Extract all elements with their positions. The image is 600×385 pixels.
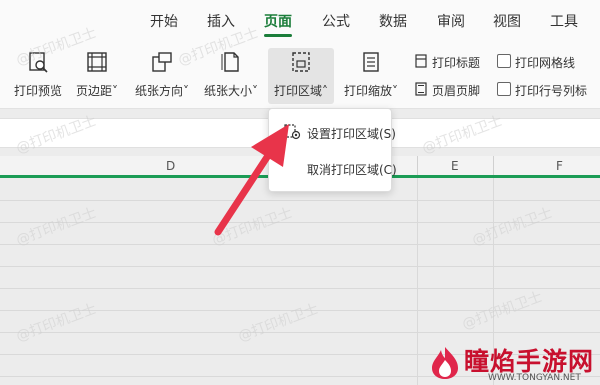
column-header-e[interactable]: E xyxy=(451,159,459,173)
tab-tools[interactable]: 工具 xyxy=(550,11,578,31)
print-scaling-icon xyxy=(363,52,379,72)
margins-icon xyxy=(87,52,107,72)
print-preview-label: 打印预览 xyxy=(13,84,62,98)
tab-formula[interactable]: 公式 xyxy=(322,11,350,31)
column-header-d[interactable]: D xyxy=(166,159,175,173)
orientation-label: 纸张方向˅ xyxy=(134,84,189,98)
set-print-area-item[interactable]: 设置打印区域(S) xyxy=(269,117,396,147)
orientation-icon xyxy=(152,52,172,72)
print-area-dropdown: 设置打印区域(S) 取消打印区域(C) xyxy=(268,108,397,192)
active-tab-indicator xyxy=(264,34,292,37)
header-footer-button[interactable]: 页眉页脚 xyxy=(414,80,496,100)
print-titles-button[interactable]: 打印标题 xyxy=(414,52,496,72)
brand-logo: 瞳焰手游网 WWW.TONGYAN.NET xyxy=(428,342,600,385)
tab-page[interactable]: 页面 xyxy=(264,11,292,31)
tab-insert[interactable]: 插入 xyxy=(207,11,235,31)
tab-home[interactable]: 开始 xyxy=(150,11,178,31)
print-area-button[interactable]: 打印区域˄ xyxy=(268,48,334,104)
print-area-icon xyxy=(292,52,310,72)
print-titles-icon xyxy=(415,54,427,68)
margins-button[interactable]: 页边距˅ xyxy=(70,48,124,104)
margins-label: 页边距˅ xyxy=(75,84,118,98)
print-area-label: 打印区域˄ xyxy=(273,84,328,98)
print-row-col-headers-checkbox[interactable]: 打印行号列标 xyxy=(497,80,597,100)
tab-data[interactable]: 数据 xyxy=(379,11,407,31)
header-footer-icon xyxy=(415,82,427,96)
print-gridlines-checkbox[interactable]: 打印网格线 xyxy=(497,52,587,72)
column-header-f[interactable]: F xyxy=(556,159,563,173)
print-scaling-label: 打印缩放˅ xyxy=(343,84,398,98)
print-row-col-headers-check[interactable] xyxy=(497,82,511,96)
column-separator[interactable] xyxy=(493,156,494,176)
set-print-area-icon xyxy=(284,124,301,140)
paper-size-label: 纸张大小˅ xyxy=(203,84,258,98)
tab-review[interactable]: 审阅 xyxy=(437,11,465,31)
tab-view[interactable]: 视图 xyxy=(493,11,521,31)
print-gridlines-check[interactable] xyxy=(497,54,511,68)
clear-print-area-item[interactable]: 取消打印区域(C) xyxy=(269,153,397,183)
ribbon-toolbar: 打印预览 页边距˅ 纸张方向˅ 纸张大小˅ 打印区域˄ 打印缩放˅ 打印标题 页… xyxy=(0,40,600,109)
print-scaling-button[interactable]: 打印缩放˅ xyxy=(338,48,404,104)
brand-url: WWW.TONGYAN.NET xyxy=(488,373,581,383)
flame-logo-icon xyxy=(432,347,458,379)
column-separator[interactable] xyxy=(417,156,418,176)
